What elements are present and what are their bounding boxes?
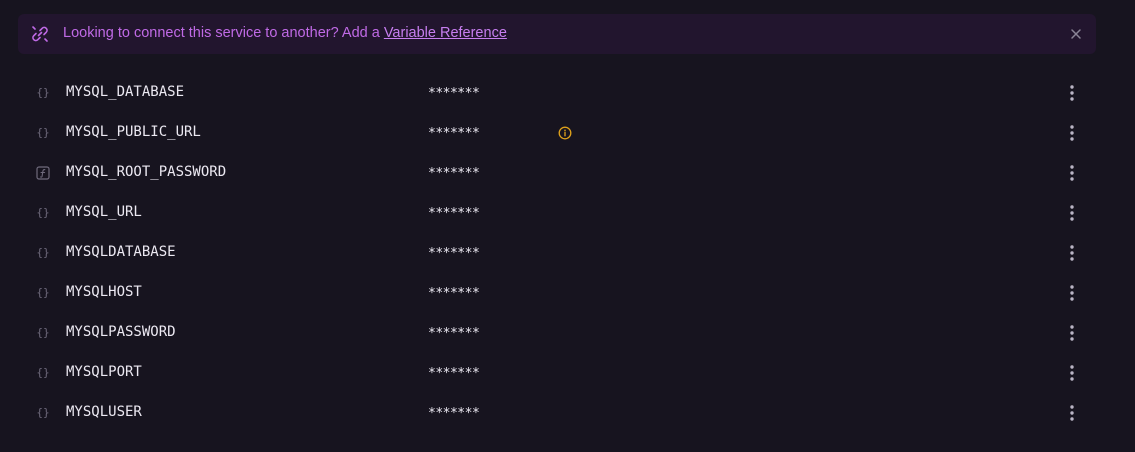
variable-name: MYSQL_ROOT_PASSWORD [66,164,227,180]
variable-value[interactable]: ******* [428,126,480,141]
warning-icon[interactable] [558,126,572,140]
variable-reference-banner: Looking to connect this service to anoth… [18,14,1096,54]
more-options-icon[interactable] [1062,281,1082,305]
variable-row[interactable]: {} MYSQL_DATABASE ******* [0,73,1135,113]
variable-name: MYSQLUSER [66,404,142,420]
variable-row[interactable]: {} MYSQLPASSWORD ******* [0,313,1135,353]
variable-name: MYSQLPORT [66,364,142,380]
more-options-icon[interactable] [1062,121,1082,145]
more-options-icon[interactable] [1062,201,1082,225]
variable-row[interactable]: {} MYSQLHOST ******* [0,273,1135,313]
close-icon[interactable] [1068,26,1084,42]
more-options-icon[interactable] [1062,81,1082,105]
more-options-icon[interactable] [1062,361,1082,385]
variable-row[interactable]: {} MYSQLPORT ******* [0,353,1135,393]
more-options-icon[interactable] [1062,161,1082,185]
braces-icon: {} [36,86,50,99]
variable-value[interactable]: ******* [428,166,480,181]
variable-value[interactable]: ******* [428,206,480,221]
variable-value[interactable]: ******* [428,286,480,301]
link-chain-icon [30,24,50,44]
more-options-icon[interactable] [1062,401,1082,425]
variable-value[interactable]: ******* [428,326,480,341]
variable-row[interactable]: MYSQL_ROOT_PASSWORD ******* [0,153,1135,193]
braces-icon: {} [36,406,50,419]
variable-row[interactable]: {} MYSQLUSER ******* [0,393,1135,433]
variable-name: MYSQL_URL [66,204,142,220]
banner-text: Looking to connect this service to anoth… [63,25,384,41]
more-options-icon[interactable] [1062,321,1082,345]
variable-value[interactable]: ******* [428,366,480,381]
variable-row[interactable]: {} MYSQLDATABASE ******* [0,233,1135,273]
variable-name: MYSQLDATABASE [66,244,176,260]
banner-message: Looking to connect this service to anoth… [63,25,507,41]
variable-name: MYSQL_DATABASE [66,84,185,100]
variable-row[interactable]: {} MYSQL_URL ******* [0,193,1135,233]
braces-icon: {} [36,286,50,299]
variable-value[interactable]: ******* [428,406,480,421]
variable-name: MYSQLPASSWORD [66,324,176,340]
braces-icon: {} [36,326,50,339]
variable-value[interactable]: ******* [428,86,480,101]
braces-icon: {} [36,206,50,219]
more-options-icon[interactable] [1062,241,1082,265]
braces-icon: {} [36,126,50,139]
braces-icon: {} [36,246,50,259]
variable-row[interactable]: {} MYSQL_PUBLIC_URL ******* [0,113,1135,153]
variable-reference-link[interactable]: Variable Reference [384,25,507,41]
variable-name: MYSQL_PUBLIC_URL [66,124,201,140]
variables-list: {} MYSQL_DATABASE ******* {} MYSQL_PUBLI… [0,73,1135,433]
variable-value[interactable]: ******* [428,246,480,261]
braces-icon: {} [36,366,50,379]
variable-name: MYSQLHOST [66,284,142,300]
function-icon [35,165,51,181]
